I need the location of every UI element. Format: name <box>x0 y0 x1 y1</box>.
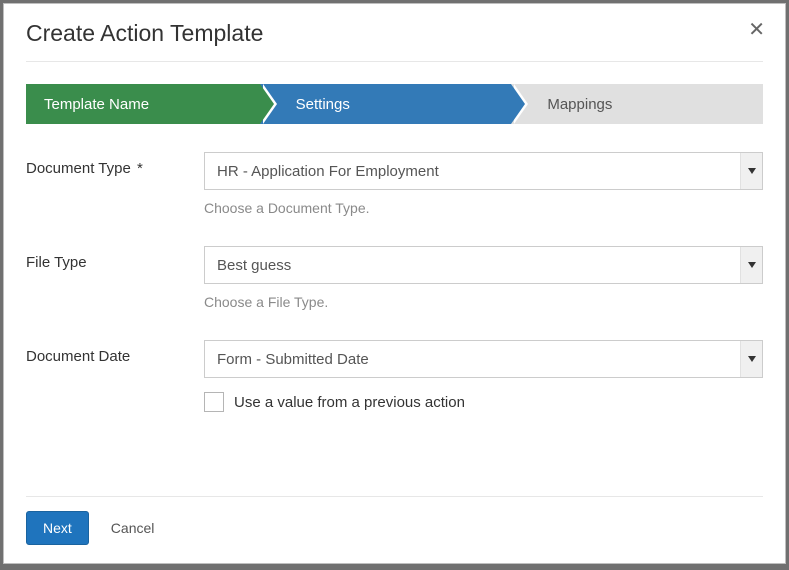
document-date-select[interactable]: Form - Submitted Date <box>204 340 763 378</box>
label-text: Document Date <box>26 348 130 365</box>
field-label: Document Type * <box>26 152 204 177</box>
create-action-template-modal: Create Action Template ✕ Template Name S… <box>3 3 786 564</box>
field-hint: Choose a Document Type. <box>204 200 763 216</box>
wizard-step-mappings[interactable]: Mappings <box>511 84 763 124</box>
select-value: HR - Application For Employment <box>217 163 439 180</box>
chevron-down-icon <box>740 153 762 189</box>
select-value: Best guess <box>217 257 291 274</box>
divider <box>26 61 763 62</box>
chevron-right-icon <box>511 84 525 124</box>
previous-action-checkbox-row: Use a value from a previous action <box>204 392 763 412</box>
modal-title: Create Action Template <box>26 20 263 46</box>
modal-footer: Next Cancel <box>26 496 763 563</box>
field-label: Document Date <box>26 340 204 365</box>
form-body: Document Type * HR - Application For Emp… <box>4 124 785 496</box>
document-type-select[interactable]: HR - Application For Employment <box>204 152 763 190</box>
field-hint: Choose a File Type. <box>204 294 763 310</box>
next-button[interactable]: Next <box>26 511 89 545</box>
field-document-date: Document Date Form - Submitted Date Use … <box>26 340 763 412</box>
chevron-down-icon <box>740 341 762 377</box>
chevron-right-icon <box>260 84 274 124</box>
cancel-button[interactable]: Cancel <box>111 520 155 536</box>
chevron-down-icon <box>740 247 762 283</box>
wizard-step-label: Mappings <box>547 96 612 113</box>
previous-action-checkbox[interactable] <box>204 392 224 412</box>
select-value: Form - Submitted Date <box>217 351 369 368</box>
file-type-select[interactable]: Best guess <box>204 246 763 284</box>
required-mark: * <box>137 160 143 177</box>
wizard-step-label: Settings <box>296 96 350 113</box>
label-text: Document Type <box>26 160 131 177</box>
field-file-type: File Type Best guess Choose a File Type. <box>26 246 763 310</box>
field-document-type: Document Type * HR - Application For Emp… <box>26 152 763 216</box>
wizard-step-template-name[interactable]: Template Name <box>26 84 260 124</box>
checkbox-label: Use a value from a previous action <box>234 394 465 411</box>
field-label: File Type <box>26 246 204 271</box>
label-text: File Type <box>26 254 87 271</box>
modal-header: Create Action Template ✕ <box>4 4 785 61</box>
wizard-step-settings[interactable]: Settings <box>260 84 512 124</box>
wizard-step-label: Template Name <box>44 96 149 113</box>
close-icon[interactable]: ✕ <box>748 20 765 40</box>
wizard-steps: Template Name Settings Mappings <box>26 84 763 124</box>
